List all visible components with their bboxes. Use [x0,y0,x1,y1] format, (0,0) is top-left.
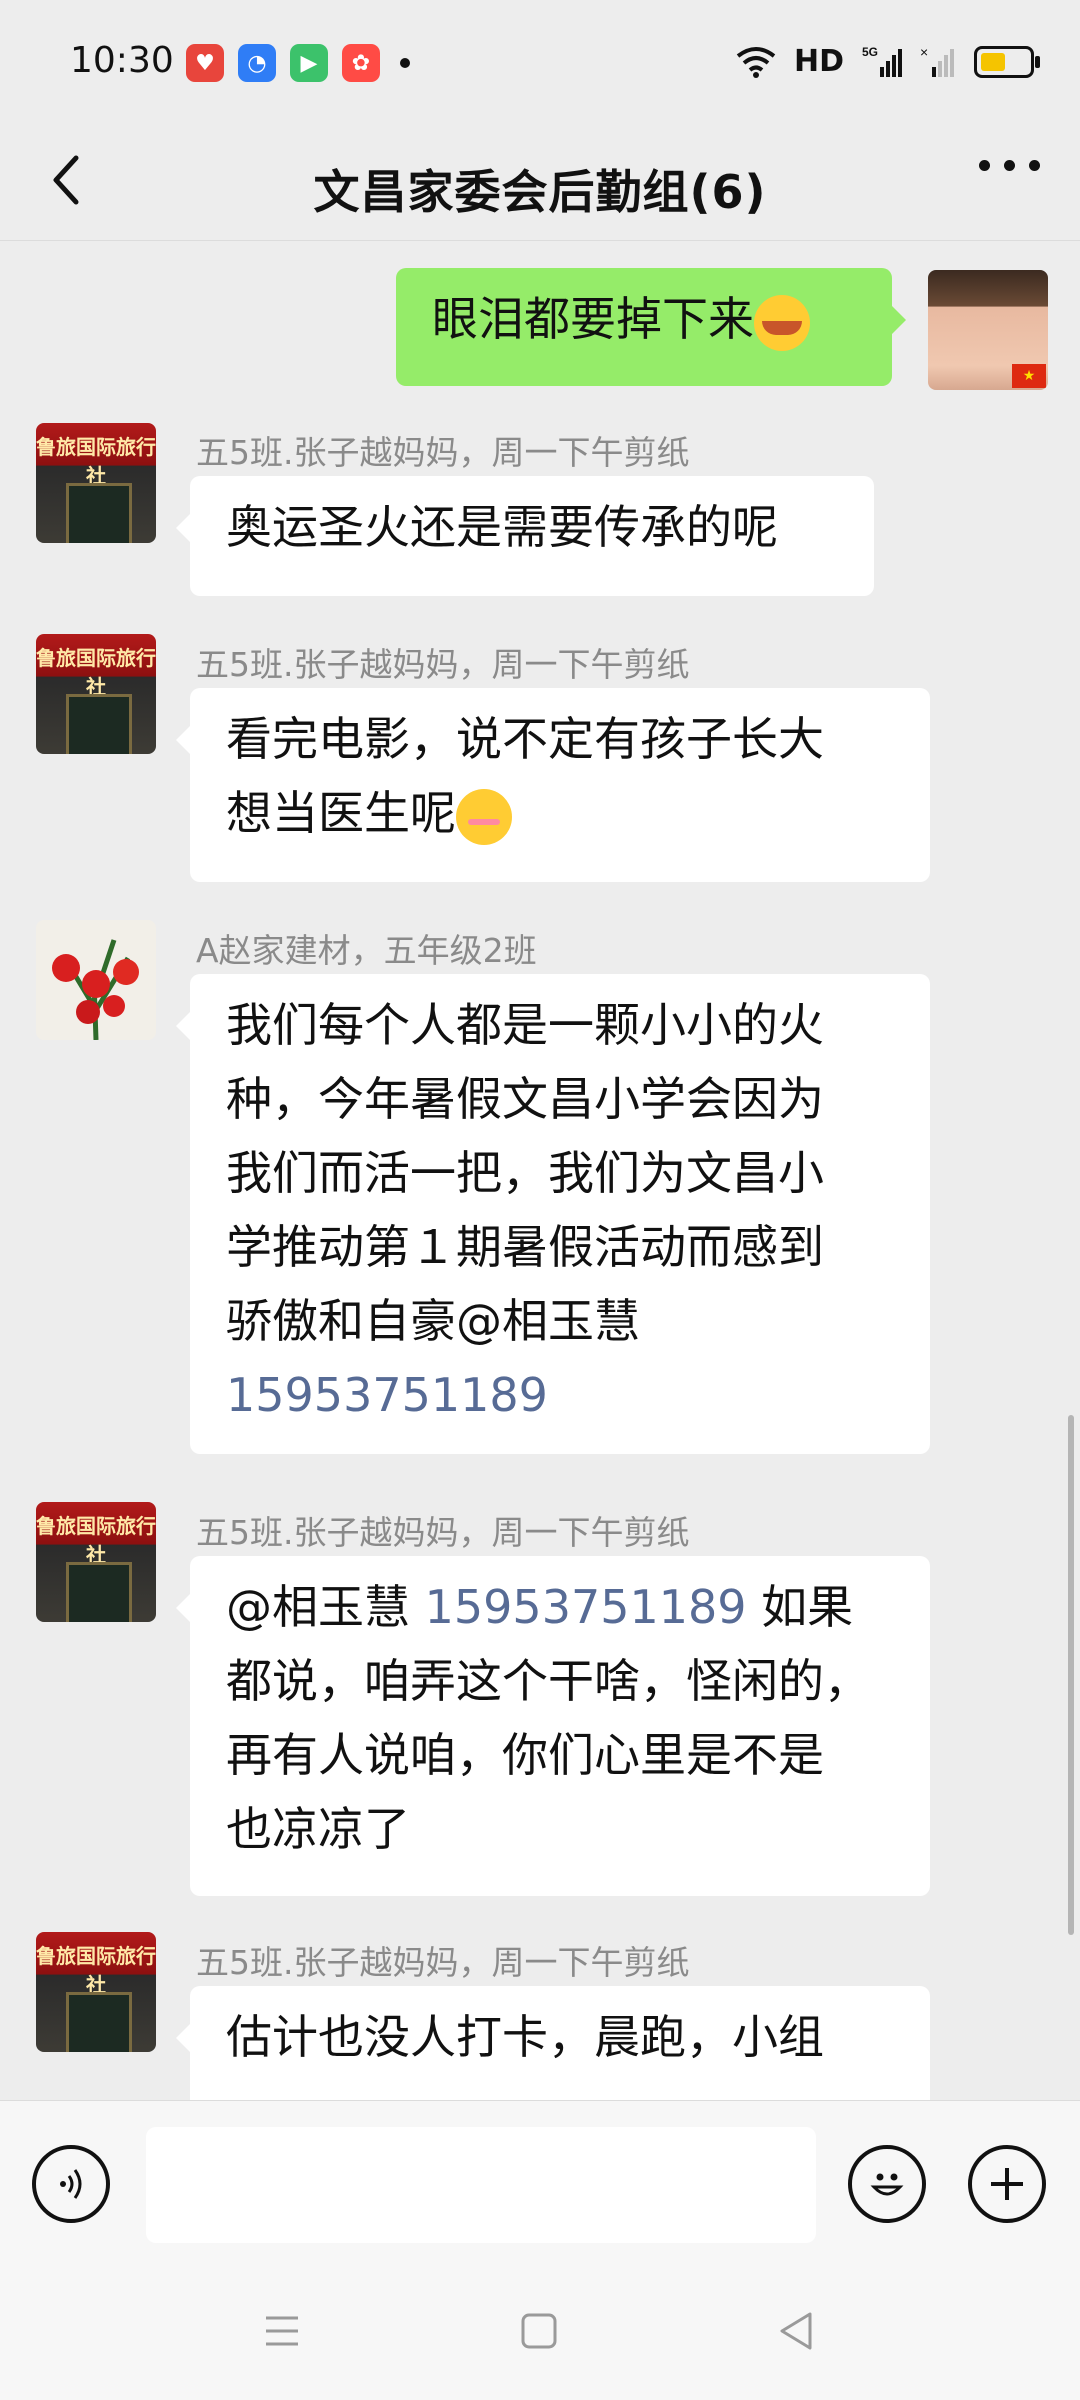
emoji-picker-icon[interactable] [848,2145,926,2223]
mention-phone-link[interactable]: 15953751189 [226,1358,894,1432]
scrollbar[interactable] [1068,1415,1074,1935]
sender-avatar-shop[interactable]: 鲁旅国际旅行社 [36,423,156,543]
message-text-line: 再有人说咱，你们心里是不是 [226,1728,824,1782]
mention-name: @相玉慧 [226,1580,410,1634]
sender-name: 五5班.张子越妈妈，周一下午剪纸 [196,1513,690,1552]
app-notification-icon: ♥ [186,44,224,82]
message-text-line: 我们而活一把，我们为文昌小 [226,1146,824,1200]
red-flowers-image [52,939,139,1040]
voice-input-icon[interactable] [32,2145,110,2223]
crying-laughing-emoji-icon [754,294,810,351]
system-status-icons: HD 5G × [736,44,1040,79]
signal-icon: 5G [862,45,902,77]
sender-name: 五5班.张子越妈妈，周一下午剪纸 [196,433,690,472]
shop-sign-text: 鲁旅国际旅行社 [36,1944,156,1997]
app-notification-icon: ✿ [342,44,380,82]
sender-avatar-shop[interactable]: 鲁旅国际旅行社 [36,1932,156,2052]
message-input[interactable] [146,2127,816,2243]
message-text-line: 学推动第１期暑假活动而感到 [226,1220,824,1274]
self-avatar[interactable]: ★ [928,270,1048,390]
back-nav-icon[interactable] [776,2310,816,2352]
status-time: 10:30 [70,40,174,81]
app-notification-icon: ◔ [238,44,276,82]
input-bar [0,2100,1080,2261]
menu-nav-icon[interactable] [262,2314,302,2348]
status-bar: 10:30 ♥ ◔ ▶ ✿ HD 5G × [0,0,1080,130]
mention-phone-link[interactable]: 15953751189 [425,1580,747,1634]
message-text-line: 种，今年暑假文昌小学会因为 [226,1072,824,1126]
message-text: 奥运圣火还是需要传承的呢 [226,500,778,554]
message-text-line: 看完电影，说不定有孩子长大 [226,712,824,766]
message-bubble[interactable]: 奥运圣火还是需要传承的呢 [176,476,874,596]
play-notification-icon: ▶ [290,44,328,82]
shy-smile-emoji-icon [456,788,512,845]
china-flag-icon: ★ [1012,364,1046,388]
notification-icons: ♥ ◔ ▶ ✿ [186,44,410,82]
svg-text:×: × [920,45,928,60]
chat-title: 文昌家委会后勤组(6) [313,165,767,219]
more-notifications-icon [400,58,410,68]
sender-avatar-flowers[interactable] [36,920,156,1040]
message-text: 估计也没人打卡，晨跑，小组 [226,2010,824,2064]
message-text-line: 我们每个人都是一颗小小的火 [226,998,824,1052]
message-text-line: 想当医生呢 [226,786,456,840]
message-text-line: 都说，咱弄这个干啥，怪闲的， [226,1654,870,1708]
sender-name: 五5班.张子越妈妈，周一下午剪纸 [196,1943,690,1982]
message-bubble[interactable]: 我们每个人都是一颗小小的火 种，今年暑假文昌小学会因为 我们而活一把，我们为文昌… [176,974,930,1454]
chat-header: 文昌家委会后勤组(6) [0,130,1080,241]
wifi-icon [736,46,776,78]
message-text-line: 骄傲和自豪@相玉慧 [226,1294,640,1348]
sender-name: A赵家建材，五年级2班 [196,931,537,970]
add-attachment-icon[interactable] [968,2145,1046,2223]
battery-icon [974,45,1040,78]
sender-name: 五5班.张子越妈妈，周一下午剪纸 [196,645,690,684]
message-bubble-self[interactable]: 眼泪都要掉下来 [396,268,906,386]
shop-sign-text: 鲁旅国际旅行社 [36,1514,156,1567]
message-bubble[interactable]: 看完电影，说不定有孩子长大 想当医生呢 [176,688,930,882]
shop-sign-text: 鲁旅国际旅行社 [36,646,156,699]
message-text: 眼泪都要掉下来 [432,292,754,346]
hd-indicator: HD [793,44,844,79]
sender-avatar-shop[interactable]: 鲁旅国际旅行社 [36,1502,156,1622]
svg-text:5G: 5G [862,45,878,59]
system-navigation-bar [0,2260,1080,2400]
home-nav-icon[interactable] [520,2312,558,2350]
shop-sign-text: 鲁旅国际旅行社 [36,435,156,488]
sender-avatar-shop[interactable]: 鲁旅国际旅行社 [36,634,156,754]
more-options-icon[interactable] [979,160,1040,171]
message-text-line: 也凉凉了 [226,1802,410,1856]
signal-weak-icon: × [920,45,954,77]
message-text: 如果 [746,1580,854,1634]
message-bubble[interactable]: @相玉慧 15953751189 如果 都说，咱弄这个干啥，怪闲的， 再有人说咱… [176,1556,930,1896]
message-bubble[interactable]: 估计也没人打卡，晨跑，小组 [176,1986,930,2100]
message-list[interactable]: 眼泪都要掉下来 ★ 鲁旅国际旅行社 五5班.张子越妈妈，周一下午剪纸 奥运圣火还… [0,240,1080,2100]
